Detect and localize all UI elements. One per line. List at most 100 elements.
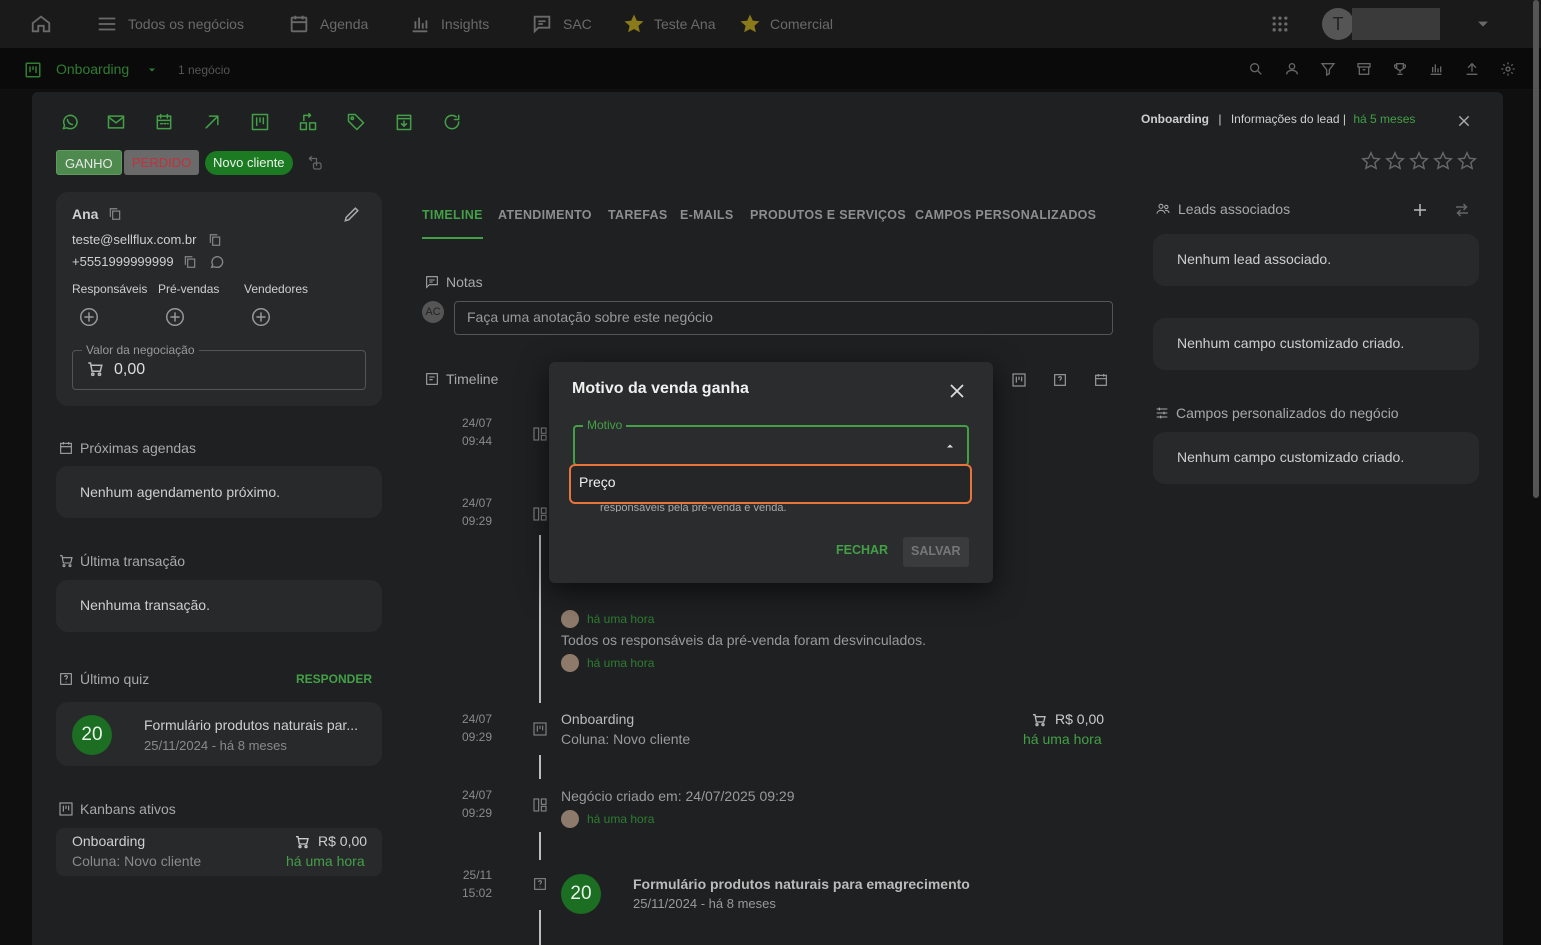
- nav-all-deals-label: Todos os negócios: [128, 16, 244, 32]
- add-responsible-icon[interactable]: [78, 306, 100, 328]
- user-icon[interactable]: [1284, 61, 1300, 77]
- star-icon: [624, 14, 644, 33]
- tag-icon[interactable]: [346, 112, 366, 132]
- whatsapp-icon[interactable]: [209, 254, 225, 270]
- refresh-icon[interactable]: [442, 112, 462, 132]
- nav-insights-label: Insights: [441, 16, 490, 32]
- tab-emails[interactable]: E-MAILS: [680, 208, 734, 222]
- home-icon[interactable]: [30, 0, 52, 48]
- transaction-empty: Nenhuma transação.: [80, 597, 210, 613]
- reason-select[interactable]: [573, 425, 969, 466]
- archive-icon[interactable]: [394, 112, 414, 132]
- timeline-unlinked-text: Todos os responsáveis da pré-venda foram…: [561, 632, 926, 648]
- settings-icon[interactable]: [1500, 61, 1516, 77]
- add-seller-icon[interactable]: [250, 306, 272, 328]
- calendar-icon[interactable]: [154, 112, 174, 132]
- edit-icon[interactable]: [342, 204, 362, 224]
- timeline-onboarding-time: há uma hora: [1023, 731, 1102, 747]
- upload-icon[interactable]: [1464, 61, 1480, 77]
- chevron-down-icon[interactable]: [146, 64, 158, 76]
- column-badge[interactable]: Novo cliente: [205, 151, 293, 175]
- email-icon[interactable]: [106, 112, 126, 132]
- menu-icon: [98, 17, 116, 31]
- trophy-icon[interactable]: [1392, 61, 1408, 77]
- copy-icon[interactable]: [108, 206, 122, 222]
- won-button[interactable]: GANHO: [56, 150, 122, 175]
- close-icon[interactable]: [1456, 113, 1472, 129]
- kanban-filter-icon[interactable]: [1011, 372, 1027, 388]
- quiz-filter-icon[interactable]: [1052, 372, 1068, 388]
- dialog-close-button[interactable]: FECHAR: [836, 543, 888, 557]
- user-avatar[interactable]: T: [1322, 8, 1354, 40]
- rating-star-icon[interactable]: [1408, 150, 1430, 172]
- nav-fav-teste-ana[interactable]: Teste Ana: [624, 0, 716, 48]
- caret-up-icon[interactable]: [944, 440, 956, 452]
- whatsapp-icon[interactable]: [60, 112, 80, 132]
- timeline-title: Timeline: [424, 371, 498, 387]
- timeline-date: 24/07 09:29: [461, 712, 492, 744]
- reason-option-preco[interactable]: [569, 464, 972, 504]
- tab-timeline-indicator: [422, 237, 483, 239]
- board-selector[interactable]: Onboarding: [56, 61, 129, 77]
- user-name-redacted: [1352, 8, 1440, 40]
- archive-icon[interactable]: [1356, 61, 1372, 77]
- header-time: há 5 meses: [1353, 112, 1416, 126]
- tab-produtos[interactable]: PRODUTOS E SERVIÇOS: [750, 208, 906, 222]
- kanbans-section-title: Kanbans ativos: [58, 801, 176, 817]
- arrow-up-right-icon[interactable]: [202, 112, 222, 132]
- swap-icon[interactable]: [1453, 201, 1471, 219]
- timeline-quiz-title: Formulário produtos naturais para emagre…: [633, 876, 970, 892]
- rating-star-icon[interactable]: [1360, 150, 1382, 172]
- tab-tarefas[interactable]: TAREFAS: [608, 208, 668, 222]
- search-icon[interactable]: [1248, 61, 1264, 77]
- timeline-quiz-score: 20: [561, 874, 601, 914]
- kanban-icon: [59, 802, 73, 816]
- tab-atendimento[interactable]: ATENDIMENTO: [498, 208, 592, 222]
- cart-icon: [60, 555, 73, 568]
- bar-chart-icon: [412, 17, 428, 33]
- quiz-respond-button[interactable]: RESPONDER: [296, 672, 372, 686]
- custom-deal-fields-empty: Nenhum campo customizado criado.: [1177, 449, 1405, 465]
- note-author-avatar: AC: [422, 301, 444, 323]
- header-lead-info[interactable]: Informações do lead |: [1231, 112, 1346, 126]
- top-navbar: Todos os negócios Agenda Insights SAC Te…: [0, 0, 1541, 48]
- timeline-onboarding-title: Onboarding: [561, 711, 635, 727]
- chart-icon[interactable]: [1428, 61, 1444, 77]
- toolbar-icons: [1248, 61, 1516, 77]
- agendas-empty: Nenhum agendamento próximo.: [80, 484, 281, 500]
- timeline-time-ago: há uma hora: [587, 812, 655, 826]
- nav-fav-comercial[interactable]: Comercial: [740, 0, 833, 48]
- nav-agenda[interactable]: Agenda: [288, 0, 368, 48]
- apps-grid-icon[interactable]: [1270, 0, 1290, 48]
- calendar-filter-icon[interactable]: [1093, 372, 1109, 388]
- tab-campos[interactable]: CAMPOS PERSONALIZADOS: [915, 208, 1096, 222]
- close-icon[interactable]: [948, 382, 966, 400]
- timeline-date: 24/07 09:44: [461, 416, 492, 448]
- nav-sac[interactable]: SAC: [531, 0, 592, 48]
- add-pre-sales-icon[interactable]: [164, 306, 186, 328]
- nav-insights[interactable]: Insights: [409, 0, 489, 48]
- rating-star-icon[interactable]: [1384, 150, 1406, 172]
- chevron-down-icon[interactable]: [1476, 0, 1490, 48]
- copy-icon[interactable]: [183, 254, 197, 270]
- calendar-icon: [60, 442, 72, 454]
- lost-button[interactable]: PERDIDO: [124, 150, 200, 175]
- scrollbar-thumb[interactable]: [1533, 0, 1539, 498]
- tab-timeline[interactable]: TIMELINE: [422, 208, 483, 222]
- rating-star-icon[interactable]: [1456, 150, 1478, 172]
- filter-icon[interactable]: [1320, 61, 1336, 77]
- cart-icon: [296, 836, 309, 849]
- timeline-created-text: Negócio criado em: 24/07/2025 09:29: [561, 788, 795, 804]
- nav-all-deals[interactable]: Todos os negócios: [96, 0, 244, 48]
- pre-vendas-label: Pré-vendas: [158, 282, 220, 296]
- layout-icon: [533, 427, 547, 441]
- timeline-avatar: [561, 654, 579, 672]
- nav-sac-label: SAC: [563, 16, 592, 32]
- note-icon: [426, 276, 438, 289]
- rating-star-icon[interactable]: [1432, 150, 1454, 172]
- add-icon[interactable]: [1411, 201, 1429, 219]
- copy-icon[interactable]: [208, 232, 222, 248]
- transfer-icon[interactable]: [298, 112, 318, 132]
- kanban-icon[interactable]: [250, 112, 270, 132]
- swap-column-icon[interactable]: [305, 154, 325, 172]
